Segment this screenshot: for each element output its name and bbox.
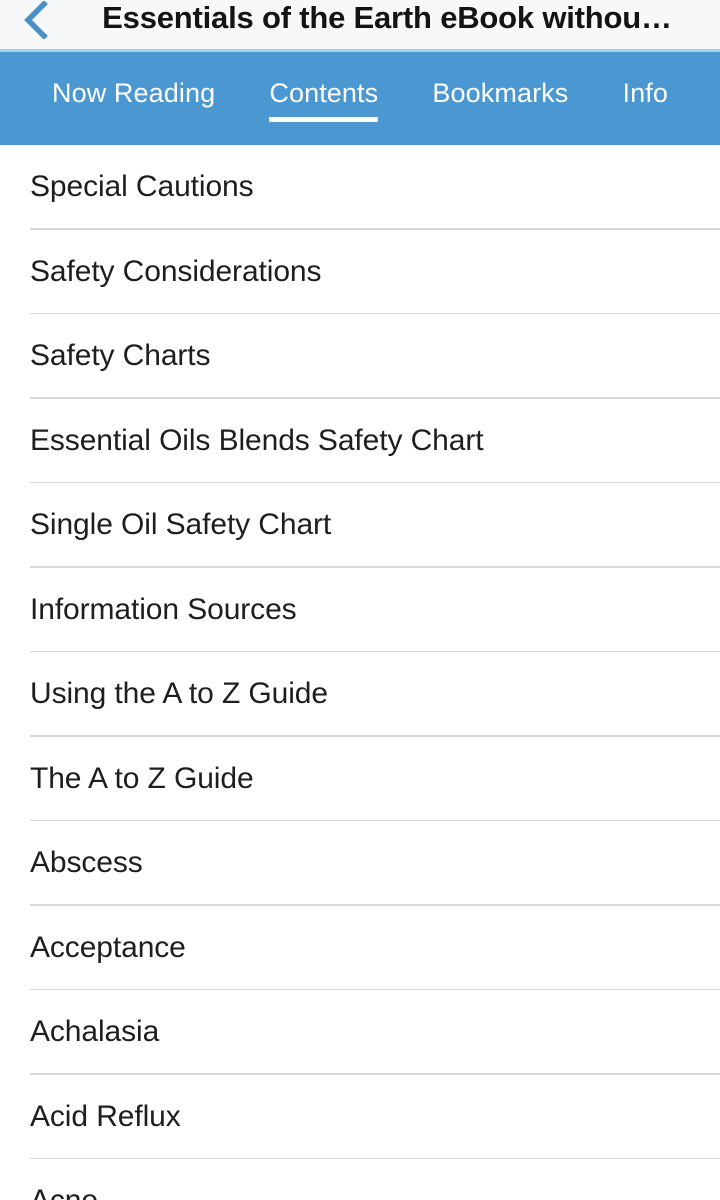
- contents-list[interactable]: Special Cautions Safety Considerations S…: [0, 145, 720, 1200]
- list-item[interactable]: Achalasia: [0, 990, 720, 1075]
- list-item[interactable]: The A to Z Guide: [0, 736, 720, 821]
- list-item-label: Acne: [30, 1182, 98, 1200]
- list-item-label: Acid Reflux: [30, 1099, 181, 1133]
- tab-label: Info: [622, 77, 668, 108]
- list-item[interactable]: Safety Considerations: [0, 229, 720, 314]
- chevron-left-icon: [24, 1, 48, 39]
- list-item-label: The A to Z Guide: [30, 761, 254, 795]
- tab-info[interactable]: Info: [621, 76, 670, 122]
- list-item[interactable]: Single Oil Safety Chart: [0, 483, 720, 568]
- tab-label: Bookmarks: [432, 77, 569, 108]
- page-title: Essentials of the Earth eBook withou…: [102, 0, 672, 35]
- list-item[interactable]: Safety Charts: [0, 314, 720, 399]
- list-item-label: Information Sources: [30, 592, 297, 626]
- list-item[interactable]: Abscess: [0, 821, 720, 906]
- list-item[interactable]: Information Sources: [0, 567, 720, 652]
- list-item-label: Achalasia: [30, 1015, 160, 1049]
- tab-bar: Now Reading Contents Bookmarks Info: [0, 52, 720, 145]
- tab-label: Now Reading: [52, 77, 216, 108]
- tab-label: Contents: [269, 77, 379, 108]
- list-item-label: Using the A to Z Guide: [30, 677, 328, 711]
- list-item[interactable]: Acne: [0, 1159, 720, 1200]
- list-item[interactable]: Essential Oils Blends Safety Chart: [0, 398, 720, 483]
- list-item-label: Essential Oils Blends Safety Chart: [30, 423, 484, 457]
- list-item-label: Special Cautions: [30, 170, 254, 204]
- ebook-reader-app: Essentials of the Earth eBook withou… No…: [0, 0, 720, 1200]
- list-item-label: Safety Charts: [30, 339, 211, 373]
- list-item[interactable]: Acceptance: [0, 905, 720, 990]
- list-item[interactable]: Acid Reflux: [0, 1074, 720, 1159]
- tab-now-reading[interactable]: Now Reading: [50, 76, 217, 122]
- list-item-label: Safety Considerations: [30, 254, 322, 288]
- tab-bookmarks[interactable]: Bookmarks: [430, 76, 570, 122]
- list-item[interactable]: Special Cautions: [0, 145, 720, 230]
- list-item-label: Abscess: [30, 846, 143, 880]
- list-item[interactable]: Using the A to Z Guide: [0, 652, 720, 737]
- tab-active-indicator: [269, 116, 379, 122]
- back-button[interactable]: [10, 0, 62, 46]
- list-item-label: Acceptance: [30, 930, 186, 964]
- navbar: Essentials of the Earth eBook withou…: [0, 0, 720, 52]
- tab-contents[interactable]: Contents: [267, 76, 380, 122]
- list-item-label: Single Oil Safety Chart: [30, 508, 332, 542]
